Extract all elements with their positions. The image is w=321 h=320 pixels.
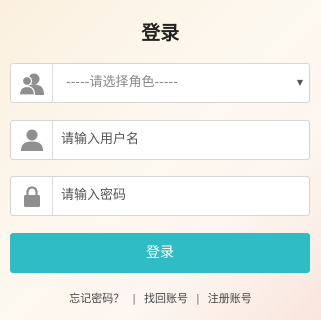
user-icon [20,129,43,151]
role-select[interactable]: -----请选择角色----- ▼ [10,63,310,103]
password-placeholder: 请输入密码 [61,188,127,203]
user-group-icon [18,73,44,95]
forgot-password-link[interactable]: 忘记密码？ [69,292,124,305]
password-field[interactable]: 请输入密码 [10,176,310,216]
username-placeholder: 请输入用户名 [61,132,140,147]
role-icon-box [11,64,53,102]
register-account-link[interactable]: 注册账号 [208,292,252,305]
login-button[interactable]: 登录 [10,233,310,273]
password-icon-box [11,177,53,215]
role-select-value: -----请选择角色----- [66,75,178,90]
link-separator: | [196,292,200,305]
username-field[interactable]: 请输入用户名 [10,120,310,160]
link-separator: | [132,292,136,305]
footer-links: 忘记密码？ | 找回账号 | 注册账号 [0,290,321,306]
username-icon-box [11,121,53,159]
chevron-down-icon[interactable]: ▼ [297,64,303,102]
page-title: 登录 [141,22,180,44]
lock-icon [23,185,40,207]
recover-account-link[interactable]: 找回账号 [144,292,188,305]
